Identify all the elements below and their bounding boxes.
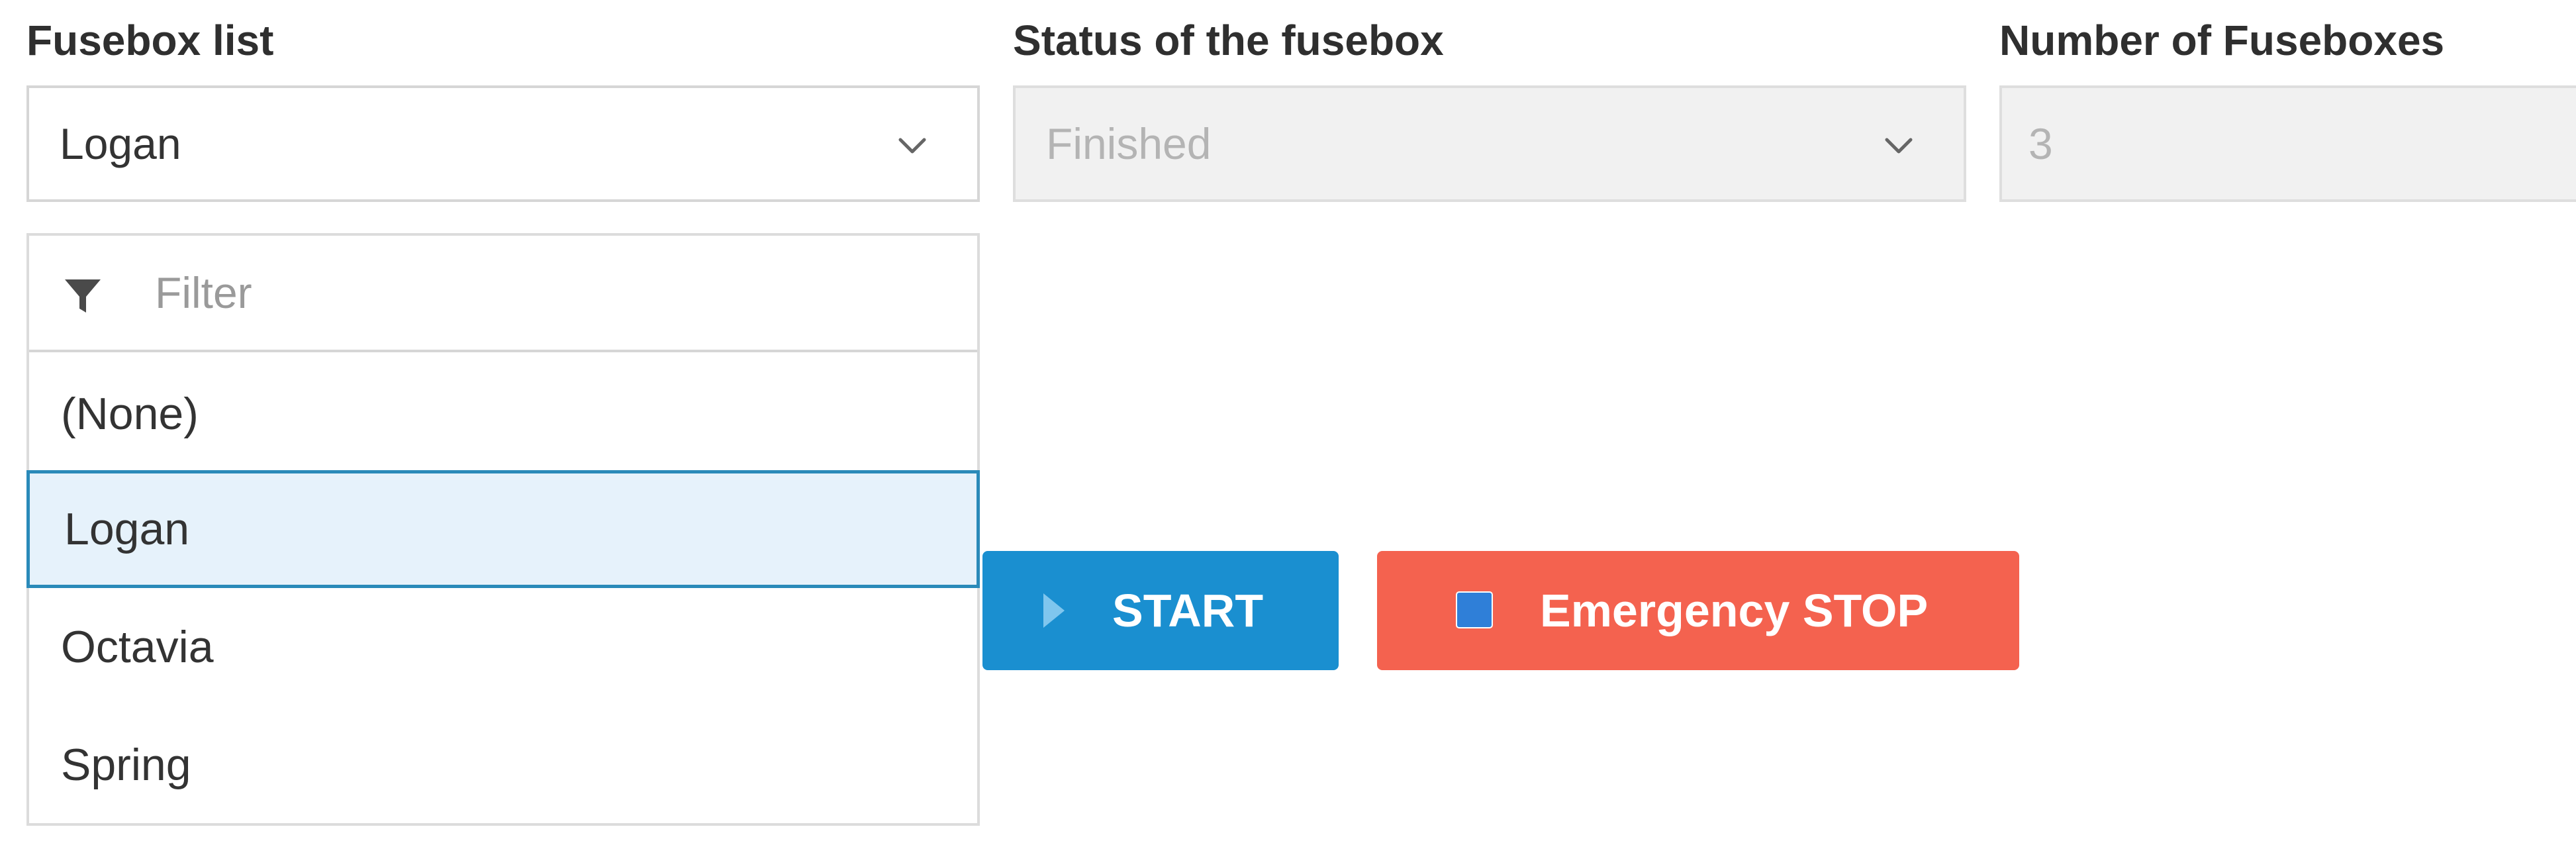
start-button[interactable]: START xyxy=(982,551,1339,670)
fusebox-status-select: Finished xyxy=(1013,85,1966,202)
fusebox-list-select[interactable]: Logan xyxy=(26,85,980,202)
dropdown-option-spring[interactable]: Spring xyxy=(29,706,977,824)
fusebox-count-value: 3 xyxy=(2028,119,2053,168)
dropdown-option-logan[interactable]: Logan xyxy=(26,470,980,588)
emergency-stop-button[interactable]: Emergency STOP xyxy=(1377,551,2019,670)
stop-icon xyxy=(1456,591,1493,628)
filter-input[interactable] xyxy=(155,260,936,326)
fusebox-count-field: 3 xyxy=(1999,85,2576,202)
dropdown-option-none[interactable]: (None) xyxy=(29,355,977,473)
chevron-down-icon xyxy=(1885,138,1913,154)
dropdown-option-octavia[interactable]: Octavia xyxy=(29,588,977,706)
play-icon xyxy=(1043,593,1065,628)
filter-icon xyxy=(65,279,101,313)
fusebox-list-value: Logan xyxy=(60,119,181,168)
fusebox-list-dropdown: (None) Logan Octavia Spring xyxy=(26,233,980,826)
start-button-label: START xyxy=(1112,585,1264,636)
fusebox-list-label: Fusebox list xyxy=(26,17,274,64)
dropdown-filter xyxy=(29,236,977,352)
fusebox-status-label: Status of the fusebox xyxy=(1013,17,1444,64)
fusebox-count-label: Number of Fuseboxes xyxy=(1999,17,2445,64)
fusebox-panel: Fusebox list Status of the fusebox Numbe… xyxy=(0,0,2576,843)
emergency-stop-label: Emergency STOP xyxy=(1540,585,1929,636)
fusebox-status-value: Finished xyxy=(1046,119,1212,168)
chevron-down-icon[interactable] xyxy=(892,125,932,165)
